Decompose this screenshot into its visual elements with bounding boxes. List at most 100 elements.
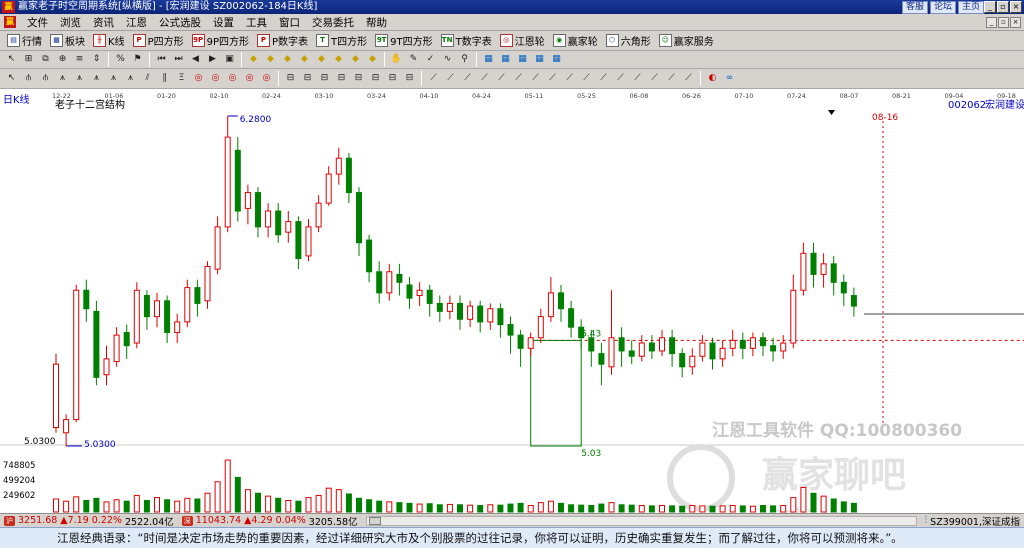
link-forum[interactable]: 论坛 [929,1,956,14]
box-icon[interactable]: ▣ [223,53,236,66]
menu-help[interactable]: 帮助 [360,15,393,30]
diamond-tool-5-icon[interactable]: ◆ [315,53,328,66]
line-tool-6-icon[interactable]: ⟋ [512,72,525,85]
grid-2-icon[interactable]: ▦ [499,53,512,66]
restore-button[interactable]: ▫ [997,1,1009,13]
align-icon[interactable]: ≡ [73,53,86,66]
next-icon[interactable]: ▶ [206,53,219,66]
shanghai-index[interactable]: 沪 3251.68 ▲7.19 0.22% 2522.04亿 [0,514,178,527]
pie-icon[interactable]: ◐ [706,72,719,85]
close-button[interactable]: × [1010,1,1022,13]
channel-icon[interactable]: ⫽ [141,72,154,85]
draw-cursor-icon[interactable]: ↖ [5,72,18,85]
hand-icon[interactable]: ✋ [390,53,403,66]
diamond-tool-1-icon[interactable]: ◆ [247,53,260,66]
toolbar-button-9t-square[interactable]: 9T 9T四方形 [371,32,436,49]
box-tool-1-icon[interactable]: ⊟ [284,72,297,85]
box-tool-2-icon[interactable]: ⊟ [301,72,314,85]
grid-4-icon[interactable]: ▦ [533,53,546,66]
line-tool-7-icon[interactable]: ⟋ [529,72,542,85]
menu-gann[interactable]: 江恩 [120,15,153,30]
circle-1-icon[interactable]: ◎ [192,72,205,85]
fan-2-icon[interactable]: ⩚ [73,72,86,85]
parallel-icon[interactable]: ∥ [158,72,171,85]
line-tool-11-icon[interactable]: ⟋ [597,72,610,85]
flag-icon[interactable]: ⚑ [131,53,144,66]
wave-icon[interactable]: ∿ [441,53,454,66]
toolbar-button-winner-wheel[interactable]: ◉ 赢家轮 [549,32,602,49]
scrollbar-thumb[interactable] [368,516,381,525]
first-page-icon[interactable]: ⏮ [155,53,168,66]
kline-chart[interactable]: 12-22 01-06 01-20 02-10 02-24 03-10 03-24 04-10… [0,89,1024,523]
fork-icon[interactable]: ⫛ [22,72,35,85]
mdi-minimize-button[interactable]: _ [986,16,997,28]
grid-5-icon[interactable]: ▦ [550,53,563,66]
menu-settings[interactable]: 设置 [207,15,240,30]
circle-3-icon[interactable]: ◎ [226,72,239,85]
diamond-tool-8-icon[interactable]: ◆ [366,53,379,66]
box-tool-4-icon[interactable]: ⊟ [335,72,348,85]
pen-icon[interactable]: ✎ [407,53,420,66]
line-tool-5-icon[interactable]: ⟋ [495,72,508,85]
line-tool-4-icon[interactable]: ⟋ [478,72,491,85]
index-selector[interactable]: ⫶ SZ399001,深证成指 [921,514,1024,527]
toolbar-button-kline[interactable]: ╫ K线 [89,32,129,49]
zoom-icon[interactable]: ⊕ [56,53,69,66]
box-tool-3-icon[interactable]: ⊟ [318,72,331,85]
fan-3-icon[interactable]: ⩚ [90,72,103,85]
menu-window[interactable]: 窗口 [273,15,306,30]
circle-5-icon[interactable]: ◎ [260,72,273,85]
tree-icon[interactable]: ⚲ [458,53,471,66]
menu-app-icon[interactable]: 赢 [4,16,16,28]
circle-4-icon[interactable]: ◎ [243,72,256,85]
toolbar-button-p-number-table[interactable]: P P数字表 [253,32,312,49]
percent-icon[interactable]: % [114,53,127,66]
toolbar-button-sector[interactable]: ▦ 板块 [46,32,89,49]
menu-tools[interactable]: 工具 [240,15,273,30]
link-homepage[interactable]: 主页 [957,1,984,14]
line-tool-15-icon[interactable]: ⟋ [665,72,678,85]
shenzhen-index[interactable]: 深 11043.74 ▲4.29 0.04% 3205.58亿 [178,514,362,527]
trade-icon[interactable]: ⊞ [22,53,35,66]
box-tool-6-icon[interactable]: ⊟ [369,72,382,85]
toolbar-button-9p-square[interactable]: 9P 9P四方形 [188,32,253,49]
diamond-tool-3-icon[interactable]: ◆ [281,53,294,66]
horizontal-scrollbar[interactable] [365,515,917,526]
box-tool-5-icon[interactable]: ⊟ [352,72,365,85]
toolbar-button-quote[interactable]: ▤ 行情 [3,32,46,49]
menu-browse[interactable]: 浏览 [54,15,87,30]
chart-panel[interactable]: 12-22 01-06 01-20 02-10 02-24 03-10 03-24 04-10… [0,89,1024,523]
toolbar-button-gann-wheel[interactable]: ◎ 江恩轮 [496,32,549,49]
toolbar-button-t-square[interactable]: T T四方形 [312,32,371,49]
last-page-icon[interactable]: ⏭ [172,53,185,66]
line-tool-3-icon[interactable]: ⟋ [461,72,474,85]
line-tool-1-icon[interactable]: ⟋ [427,72,440,85]
line-tool-14-icon[interactable]: ⟋ [648,72,661,85]
diamond-tool-2-icon[interactable]: ◆ [264,53,277,66]
toolbar-button-hexagon[interactable]: ⬡ 六角形 [602,32,655,49]
check-icon[interactable]: ✓ [424,53,437,66]
line-tool-2-icon[interactable]: ⟋ [444,72,457,85]
circle-2-icon[interactable]: ◎ [209,72,222,85]
cursor-icon[interactable]: ↖ [5,53,18,66]
menu-trading[interactable]: 交易委托 [306,15,360,30]
line-tool-12-icon[interactable]: ⟋ [614,72,627,85]
line-tool-9-icon[interactable]: ⟋ [563,72,576,85]
diamond-tool-4-icon[interactable]: ◆ [298,53,311,66]
prev-icon[interactable]: ◀ [189,53,202,66]
fibo-icon[interactable]: Ξ [175,72,188,85]
line-tool-10-icon[interactable]: ⟋ [580,72,593,85]
menu-news[interactable]: 资讯 [87,15,120,30]
fan-5-icon[interactable]: ⩚ [124,72,137,85]
box-tool-7-icon[interactable]: ⊟ [386,72,399,85]
adjust-icon[interactable]: ⇕ [90,53,103,66]
fork-2-icon[interactable]: ⫛ [39,72,52,85]
toolbar-button-service[interactable]: ☺ 赢家服务 [655,32,718,49]
minimize-button[interactable]: _ [984,1,996,13]
infinity-icon[interactable]: ∞ [723,72,736,85]
menu-formula-screening[interactable]: 公式选股 [153,15,207,30]
mdi-close-button[interactable]: × [1010,16,1021,28]
diamond-tool-7-icon[interactable]: ◆ [349,53,362,66]
menu-file[interactable]: 文件 [21,15,54,30]
line-tool-8-icon[interactable]: ⟋ [546,72,559,85]
